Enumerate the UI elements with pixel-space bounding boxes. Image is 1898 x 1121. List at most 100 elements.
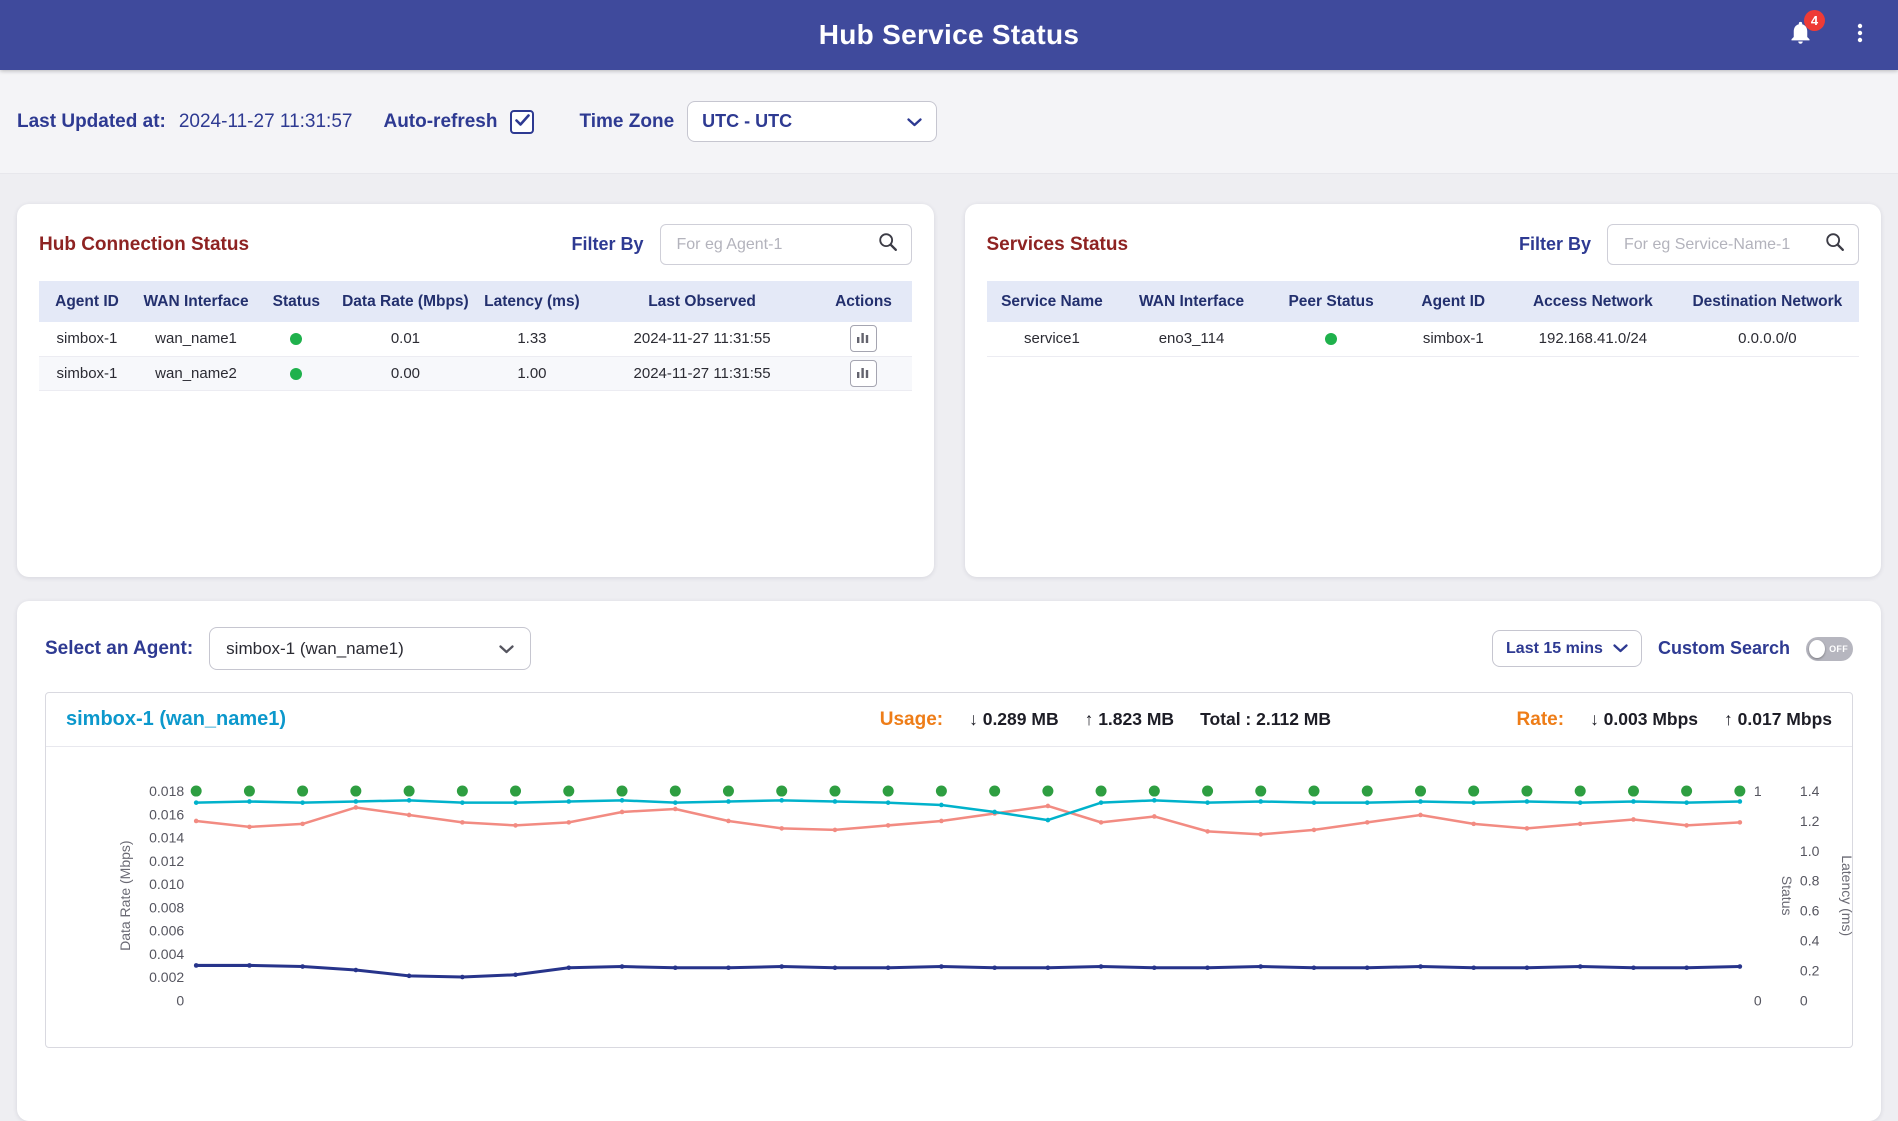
svg-text:0.8: 0.8 — [1800, 873, 1820, 889]
agent-select-value: simbox-1 (wan_name1) — [226, 639, 404, 659]
filter-by-label: Filter By — [1519, 234, 1591, 255]
table-row: service1 eno3_114 simbox-1 192.168.41.0/… — [987, 322, 1860, 356]
search-icon[interactable] — [877, 231, 899, 258]
table-cell: 2024-11-27 11:31:55 — [589, 356, 816, 390]
table-cell: service1 — [987, 322, 1118, 356]
services-filter: Filter By — [1519, 224, 1859, 265]
services-filter-input[interactable] — [1622, 235, 1818, 255]
agent-select[interactable]: simbox-1 (wan_name1) — [209, 627, 531, 670]
svg-text:0.2: 0.2 — [1800, 962, 1820, 978]
rate-stats: Rate: ↓ 0.003 Mbps ↑ 0.017 Mbps — [1517, 709, 1832, 731]
chart-title: simbox-1 (wan_name1) — [66, 708, 286, 731]
table-cell — [815, 322, 911, 356]
hub-filter: Filter By — [571, 224, 911, 265]
auto-refresh-checkbox[interactable] — [510, 110, 534, 134]
status-up-dot — [290, 333, 302, 345]
column-header: Latency (ms) — [475, 281, 588, 322]
svg-text:Latency (ms): Latency (ms) — [1839, 855, 1852, 936]
hub-connection-title: Hub Connection Status — [39, 234, 249, 256]
rate-label: Rate: — [1517, 709, 1565, 731]
main-content: Hub Connection Status Filter By Agent ID — [0, 204, 1898, 1121]
mini-bar-chart-icon — [855, 364, 871, 383]
svg-text:0.010: 0.010 — [149, 876, 184, 892]
table-cell: 0.0.0.0/0 — [1676, 322, 1859, 356]
table-cell: simbox-1 — [39, 322, 135, 356]
notifications-button[interactable]: 4 — [1787, 19, 1814, 51]
column-header: Data Rate (Mbps) — [336, 281, 476, 322]
chevron-down-icon — [499, 639, 514, 659]
table-cell: 1.33 — [475, 322, 588, 356]
controls-bar: Last Updated at: 2024-11-27 11:31:57 Aut… — [0, 70, 1898, 174]
filter-by-label: Filter By — [571, 234, 643, 255]
column-header: WAN Interface — [1117, 281, 1265, 322]
select-agent-label: Select an Agent: — [45, 638, 193, 660]
column-header: Agent ID — [39, 281, 135, 322]
column-header: WAN Interface — [135, 281, 257, 322]
table-row: simbox-1 wan_name2 0.00 1.00 2024-11-27 … — [39, 356, 912, 390]
svg-text:1.0: 1.0 — [1800, 843, 1820, 859]
svg-text:Status: Status — [1779, 876, 1795, 916]
services-table: Service Name WAN Interface Peer Status A… — [987, 281, 1860, 357]
svg-text:0.006: 0.006 — [149, 923, 184, 939]
checkmark-icon — [515, 113, 530, 131]
hub-filter-input[interactable] — [675, 235, 871, 255]
svg-text:0.6: 0.6 — [1800, 903, 1820, 919]
svg-text:0.004: 0.004 — [149, 946, 184, 962]
svg-text:1.2: 1.2 — [1800, 813, 1820, 829]
app-header: Hub Service Status 4 — [0, 0, 1898, 70]
column-header: Service Name — [987, 281, 1118, 322]
kebab-menu-icon — [1848, 21, 1872, 50]
bell-icon — [1787, 33, 1814, 50]
table-header-row: Service Name WAN Interface Peer Status A… — [987, 281, 1860, 322]
table-cell — [815, 356, 911, 390]
hub-connection-table: Agent ID WAN Interface Status Data Rate … — [39, 281, 912, 391]
table-cell: 1.00 — [475, 356, 588, 390]
column-header: Agent ID — [1397, 281, 1510, 322]
services-status-card: Services Status Filter By Service Name — [965, 204, 1882, 577]
services-card-head: Services Status Filter By — [987, 224, 1860, 265]
search-icon[interactable] — [1824, 231, 1846, 258]
overflow-menu-button[interactable] — [1848, 21, 1872, 50]
status-cards-row: Hub Connection Status Filter By Agent ID — [17, 204, 1881, 577]
svg-text:0.008: 0.008 — [149, 899, 184, 915]
usage-download-value: ↓ 0.289 MB — [969, 709, 1058, 730]
last-updated-value: 2024-11-27 11:31:57 — [179, 111, 353, 133]
svg-text:0: 0 — [176, 992, 184, 1008]
table-cell: 2024-11-27 11:31:55 — [589, 322, 816, 356]
table-cell: eno3_114 — [1117, 322, 1265, 356]
table-cell: 0.00 — [336, 356, 476, 390]
toggle-state-label: OFF — [1829, 644, 1848, 654]
toggle-knob-icon — [1809, 640, 1825, 658]
table-cell: wan_name1 — [135, 322, 257, 356]
usage-label: Usage: — [880, 709, 943, 731]
notification-badge: 4 — [1804, 10, 1825, 31]
usage-stats: Usage: ↓ 0.289 MB ↑ 1.823 MB Total : 2.1… — [880, 709, 1331, 731]
table-cell — [257, 322, 336, 356]
traffic-latency-chart: 00.0020.0040.0060.0080.0100.0120.0140.01… — [46, 747, 1852, 1047]
services-filter-search-box — [1607, 224, 1859, 265]
svg-text:0.018: 0.018 — [149, 783, 184, 799]
svg-text:1: 1 — [1754, 783, 1762, 799]
row-chart-action-button[interactable] — [850, 360, 877, 387]
chart-panel: simbox-1 (wan_name1) Usage: ↓ 0.289 MB ↑… — [45, 692, 1853, 1048]
custom-search-toggle[interactable]: OFF — [1806, 637, 1853, 661]
time-zone-value: UTC - UTC — [702, 111, 792, 132]
agent-chart-card: Select an Agent: simbox-1 (wan_name1) La… — [17, 601, 1881, 1121]
svg-text:0.014: 0.014 — [149, 830, 184, 846]
column-header: Destination Network — [1676, 281, 1859, 322]
table-cell: simbox-1 — [39, 356, 135, 390]
svg-text:0: 0 — [1800, 992, 1808, 1008]
time-range-select[interactable]: Last 15 mins — [1492, 630, 1642, 667]
svg-text:0.016: 0.016 — [149, 806, 184, 822]
column-header: Actions — [815, 281, 911, 322]
svg-text:Data Rate (Mbps): Data Rate (Mbps) — [117, 840, 133, 950]
time-zone-select[interactable]: UTC - UTC — [687, 101, 937, 142]
custom-search-label: Custom Search — [1658, 638, 1790, 659]
row-chart-action-button[interactable] — [850, 325, 877, 352]
column-header: Last Observed — [589, 281, 816, 322]
table-cell: 0.01 — [336, 322, 476, 356]
table-row: simbox-1 wan_name1 0.01 1.33 2024-11-27 … — [39, 322, 912, 356]
auto-refresh-label: Auto-refresh — [383, 111, 497, 133]
table-cell: wan_name2 — [135, 356, 257, 390]
usage-upload-value: ↑ 1.823 MB — [1085, 709, 1174, 730]
